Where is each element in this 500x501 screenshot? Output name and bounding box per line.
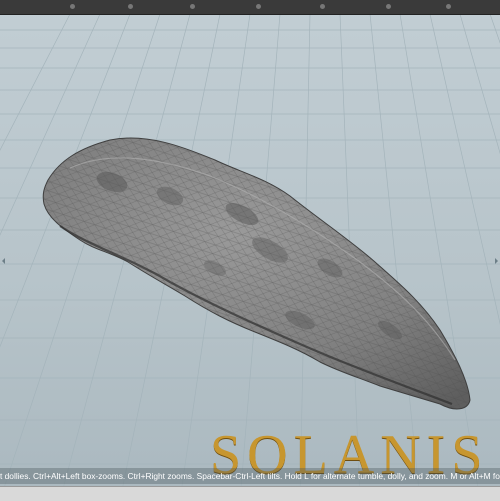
viewport-control-dot[interactable] [386, 4, 391, 9]
viewport-control-dot[interactable] [256, 4, 261, 9]
viewport-control-dot[interactable] [320, 4, 325, 9]
viewport-header [0, 0, 500, 15]
viewport-edge-handle-icon[interactable] [2, 258, 8, 264]
viewport-edge-handle-icon[interactable] [492, 258, 498, 264]
timeline-ruler[interactable] [0, 486, 500, 501]
rock-mesh[interactable] [42, 137, 471, 410]
viewport-control-dot[interactable] [128, 4, 133, 9]
viewport-control-dot[interactable] [70, 4, 75, 9]
viewport-control-dot[interactable] [446, 4, 451, 9]
viewport-control-dot[interactable] [190, 4, 195, 9]
navigation-hint: t dollies. Ctrl+Alt+Left box-zooms. Ctrl… [0, 471, 500, 481]
